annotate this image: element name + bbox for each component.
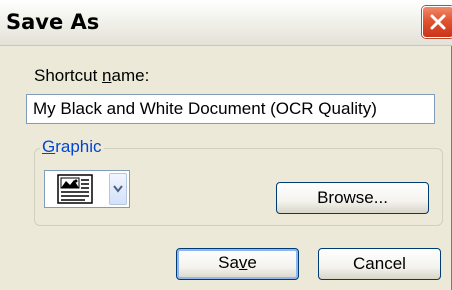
- dialog-title: Save As: [6, 10, 100, 34]
- shortcut-name-input[interactable]: My Black and White Document (OCR Quality…: [26, 94, 435, 124]
- shortcut-label-suffix: ame:: [111, 66, 150, 85]
- shortcut-label-prefix: Shortcut: [34, 66, 103, 85]
- save-label-suffix: e: [247, 253, 257, 272]
- shortcut-name-label: Shortcut name:: [34, 66, 149, 86]
- graphic-legend-mnemonic: G: [42, 137, 56, 156]
- save-button[interactable]: Save: [176, 248, 299, 280]
- selected-icon-preview: [47, 173, 105, 205]
- graphic-icon-picker[interactable]: [44, 170, 130, 208]
- shortcut-label-mnemonic: n: [102, 66, 112, 85]
- browse-button[interactable]: Browse...: [276, 182, 429, 214]
- chevron-down-icon: [113, 185, 123, 193]
- save-as-dialog: Save As Shortcut name: My Black and Whit…: [0, 0, 452, 290]
- title-bar: Save As: [0, 0, 452, 46]
- document-image-icon: [57, 174, 93, 204]
- close-icon: [430, 14, 446, 30]
- cancel-button[interactable]: Cancel: [318, 248, 441, 280]
- save-label-prefix: Sa: [218, 253, 239, 272]
- graphic-legend-rest: raphic: [55, 137, 102, 156]
- close-button[interactable]: [422, 6, 452, 38]
- icon-dropdown-button[interactable]: [109, 173, 127, 205]
- graphic-group-legend: Graphic: [40, 137, 104, 157]
